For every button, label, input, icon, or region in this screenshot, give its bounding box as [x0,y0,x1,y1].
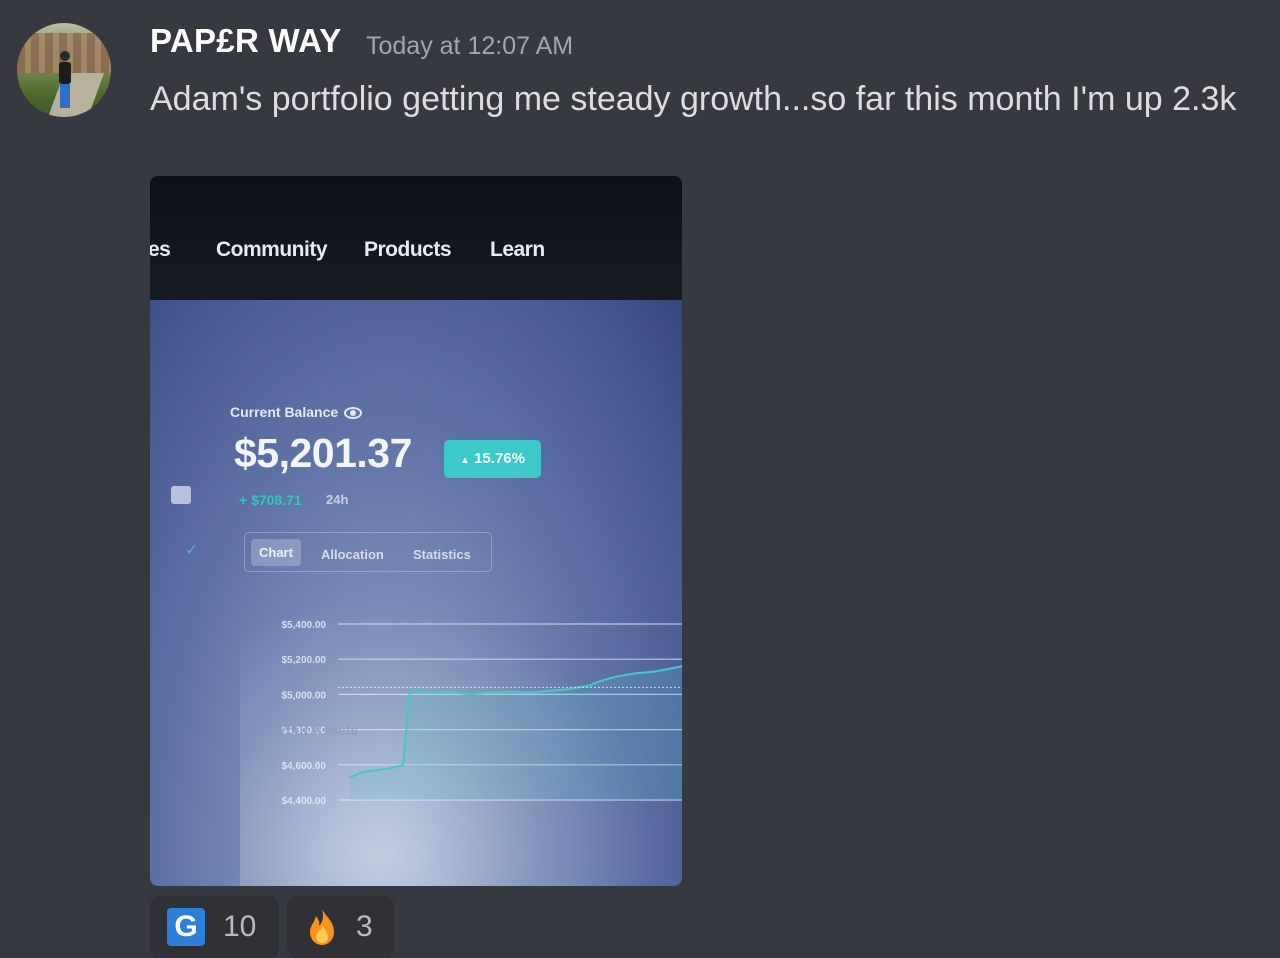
series-point [614,676,617,678]
message-text: Adam's portfolio getting me steady growt… [150,80,1237,118]
avatar-path [45,73,105,117]
series-area [350,666,682,800]
series-point [548,690,550,692]
series-point [488,691,491,694]
series-point [408,690,411,693]
series-point [428,691,431,694]
y-tick-label: $5,200.00 [282,655,327,666]
username[interactable]: PAP£R WAY [150,22,342,60]
series-point [601,679,604,682]
series-point [448,690,451,693]
series-point [654,670,657,673]
series-point [389,767,391,770]
y-tick-label: $5,400.00 [282,620,327,631]
g-icon: G [167,908,205,946]
reaction-fire[interactable]: 3 [287,896,394,958]
series-point [634,672,637,675]
series-point [588,684,590,687]
series-point [508,690,511,693]
balance-chart: $5,400.00$5,200.00$5,000.00$4,800.00$4,6… [282,620,682,807]
y-tick-label: $5,000.00 [282,690,327,701]
series-point [362,771,365,773]
y-tick-label: $4,400.00 [282,796,327,807]
reaction-count: 3 [356,910,373,943]
avatar[interactable] [17,23,111,117]
series-point [667,668,670,670]
avatar-person [59,51,71,108]
y-tick-label: $4,600.00 [282,761,327,772]
image-attachment[interactable]: es Community Products Learn Current Bala… [150,176,682,886]
series-point [375,769,378,771]
timestamp[interactable]: Today at 12:07 AM [366,32,573,61]
series-point [402,764,404,766]
fire-icon [310,909,334,945]
series-point [528,691,531,694]
your-assets-label: Your Assets [278,722,359,738]
series-point [349,776,351,778]
reaction-count: 10 [223,910,257,943]
series-point [415,690,418,692]
reaction-g[interactable]: G 10 [150,896,279,958]
series-point [568,688,570,690]
series-point [468,693,471,696]
